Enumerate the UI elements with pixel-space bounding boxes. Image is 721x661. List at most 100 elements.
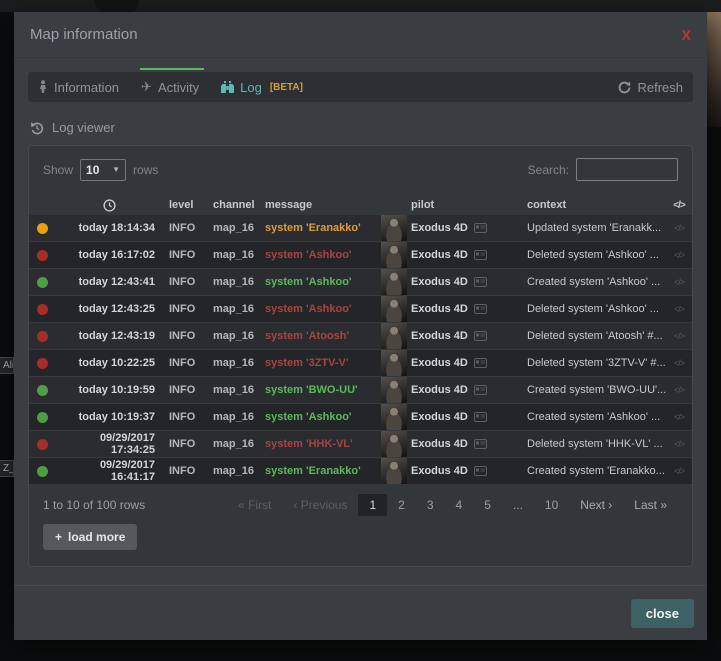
background-photo-fragment [707,12,721,127]
dialog-title: Map information [30,26,138,43]
row-code-icon[interactable]: </> [666,250,692,260]
page-size-select[interactable]: 10 ▼ [80,159,126,181]
dialog-header: Map information X [14,12,707,58]
row-code-icon[interactable]: </> [666,331,692,341]
pager-page-active[interactable]: 1 [358,494,387,516]
code-column-header-icon: </> [666,200,692,211]
context-column-header[interactable]: context [523,199,666,211]
close-button[interactable]: close [631,599,694,628]
pilot-column-header[interactable]: pilot [411,199,523,211]
pager-page[interactable]: 4 [445,494,474,516]
row-code-icon[interactable]: </> [666,304,692,314]
pager-first[interactable]: « First [227,494,282,516]
pilot-avatar [381,215,407,241]
pager-page[interactable]: 5 [473,494,502,516]
log-level: INFO [163,438,209,450]
row-code-icon[interactable]: </> [666,466,692,476]
pilot-avatar [381,269,407,295]
tab-log[interactable]: Log [BETA] [221,80,303,95]
log-channel: map_16 [209,249,261,261]
table-row[interactable]: today 10:19:37 INFO map_16 system 'Ashko… [29,404,692,431]
pager-next[interactable]: Next › [569,494,623,516]
id-card-icon [474,304,487,314]
close-icon[interactable]: X [682,27,691,43]
tab-activity[interactable]: ✈ Activity [141,79,199,95]
pager-previous[interactable]: ‹ Previous [282,494,358,516]
log-time: today 10:19:59 [55,384,163,396]
table-row[interactable]: today 12:43:41 INFO map_16 system 'Ashko… [29,269,692,296]
log-level: INFO [163,357,209,369]
pilot-name: Exodus 4D [411,438,468,450]
status-dot [37,412,48,423]
pilot-avatar [381,404,407,430]
log-channel: map_16 [209,411,261,423]
log-time: today 10:22:25 [55,357,163,369]
pager-page[interactable]: 3 [416,494,445,516]
id-card-icon [474,412,487,422]
pilot-avatar [381,377,407,403]
pager-last[interactable]: Last » [623,494,678,516]
row-code-icon[interactable]: </> [666,277,692,287]
row-code-icon[interactable]: </> [666,223,692,233]
log-context: Deleted system '3ZTV-V' #... [523,357,666,369]
pager-page[interactable]: ... [502,494,534,516]
table-row[interactable]: today 12:43:19 INFO map_16 system 'Atoos… [29,323,692,350]
log-level: INFO [163,384,209,396]
log-message: system 'HHK-VL' [261,438,381,450]
tab-label: Information [54,80,119,95]
map-information-dialog: Map information X Information ✈ Activity [14,12,707,640]
beta-badge: [BETA] [270,82,303,93]
tab-label: Activity [158,80,199,95]
table-row[interactable]: today 18:14:34 INFO map_16 system 'Erana… [29,215,692,242]
log-context: Deleted system 'HHK-VL' ... [523,438,666,450]
log-channel: map_16 [209,438,261,450]
log-context: Created system 'Eranakko... [523,465,666,477]
row-code-icon[interactable]: </> [666,439,692,449]
background-system-label: Z_ [0,460,14,477]
log-message: system 'Ashkoo' [261,276,381,288]
load-more-label: load more [68,530,125,544]
log-context: Created system 'Ashkoo' ... [523,276,666,288]
log-channel: map_16 [209,303,261,315]
log-table-panel: Show 10 ▼ rows Search: [28,145,693,567]
pilot-avatar [381,458,407,484]
pilot-name: Exodus 4D [411,303,468,315]
status-dot [37,331,48,342]
log-level: INFO [163,330,209,342]
binoculars-icon [221,81,234,93]
refresh-button[interactable]: Refresh [618,80,683,95]
log-viewer-label: Log viewer [52,120,115,135]
pilot-name: Exodus 4D [411,249,468,261]
street-view-icon [38,80,48,94]
status-dot [37,358,48,369]
table-row[interactable]: today 12:43:25 INFO map_16 system 'Ashko… [29,296,692,323]
refresh-label: Refresh [637,80,683,95]
log-level: INFO [163,276,209,288]
table-row[interactable]: 09/29/2017 17:34:25 INFO map_16 system '… [29,431,692,458]
id-card-icon [474,331,487,341]
channel-column-header[interactable]: channel [209,199,261,211]
pilot-name: Exodus 4D [411,276,468,288]
row-code-icon[interactable]: </> [666,385,692,395]
status-dot [37,466,48,477]
row-code-icon[interactable]: </> [666,358,692,368]
search-input[interactable] [576,158,678,181]
table-row[interactable]: today 16:17:02 INFO map_16 system 'Ashko… [29,242,692,269]
load-more-button[interactable]: + load more [43,524,137,550]
pager-page[interactable]: 2 [387,494,416,516]
table-row[interactable]: 09/29/2017 16:41:17 INFO map_16 system '… [29,458,692,485]
table-row[interactable]: today 10:22:25 INFO map_16 system '3ZTV-… [29,350,692,377]
row-code-icon[interactable]: </> [666,412,692,422]
time-column-header[interactable] [55,199,163,212]
level-column-header[interactable]: level [163,199,209,211]
log-message: system 'Ashkoo' [261,303,381,315]
tab-information[interactable]: Information [38,80,119,95]
pager-page[interactable]: 10 [534,494,569,516]
dialog-body: Information ✈ Activity Log [BETA] [14,58,707,585]
plane-icon: ✈ [141,79,152,95]
log-time: 09/29/2017 16:41:17 [55,459,163,483]
message-column-header[interactable]: message [261,199,381,211]
log-message: system '3ZTV-V' [261,357,381,369]
table-row[interactable]: today 10:19:59 INFO map_16 system 'BWO-U… [29,377,692,404]
log-time: today 16:17:02 [55,249,163,261]
